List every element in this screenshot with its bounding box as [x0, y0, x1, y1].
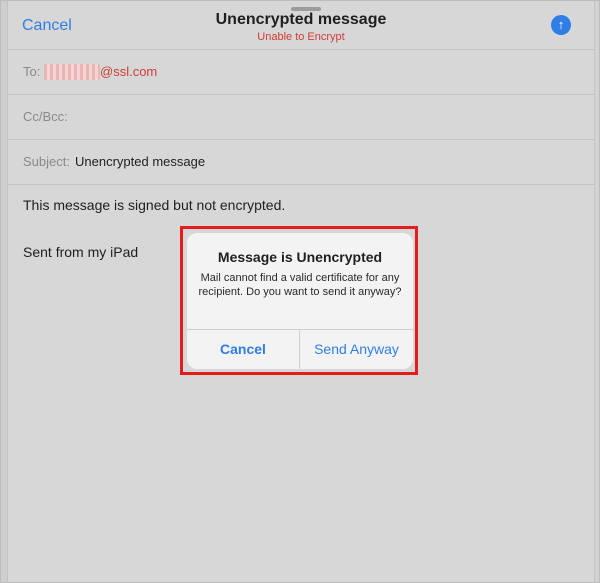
screenshot-frame: Cancel Unencrypted message Unable to Enc…	[0, 0, 600, 583]
cc-bcc-label: Cc/Bcc:	[23, 109, 68, 124]
to-field[interactable]: To: @ssl.com	[8, 49, 594, 95]
subject-label: Subject:	[23, 154, 70, 169]
encryption-status: Unable to Encrypt	[257, 31, 345, 43]
compose-title: Unencrypted message	[215, 11, 387, 28]
alert-cancel-button[interactable]: Cancel	[187, 330, 299, 369]
send-anyway-button[interactable]: Send Anyway	[300, 330, 413, 369]
redacted-recipient	[44, 64, 100, 80]
alert-title: Message is Unencrypted	[217, 249, 383, 265]
arrow-up-icon: ↑	[557, 17, 565, 32]
alert-message: Mail cannot find a valid certificate for…	[198, 272, 402, 298]
signature-line[interactable]: Sent from my iPad	[23, 244, 138, 260]
recipient-domain[interactable]: @ssl.com	[100, 64, 157, 79]
to-label: To:	[23, 64, 41, 79]
compose-nav-bar: Cancel Unencrypted message Unable to Enc…	[8, 1, 594, 50]
cc-bcc-field[interactable]: Cc/Bcc:	[8, 94, 594, 140]
send-button[interactable]: ↑	[551, 15, 571, 35]
subject-value[interactable]: Unencrypted message	[75, 154, 205, 169]
subject-field[interactable]: Subject: Unencrypted message	[8, 139, 594, 185]
message-body-line[interactable]: This message is signed but not encrypted…	[23, 197, 285, 213]
unencrypted-alert-dialog: Message is Unencrypted Mail cannot find …	[187, 233, 413, 369]
